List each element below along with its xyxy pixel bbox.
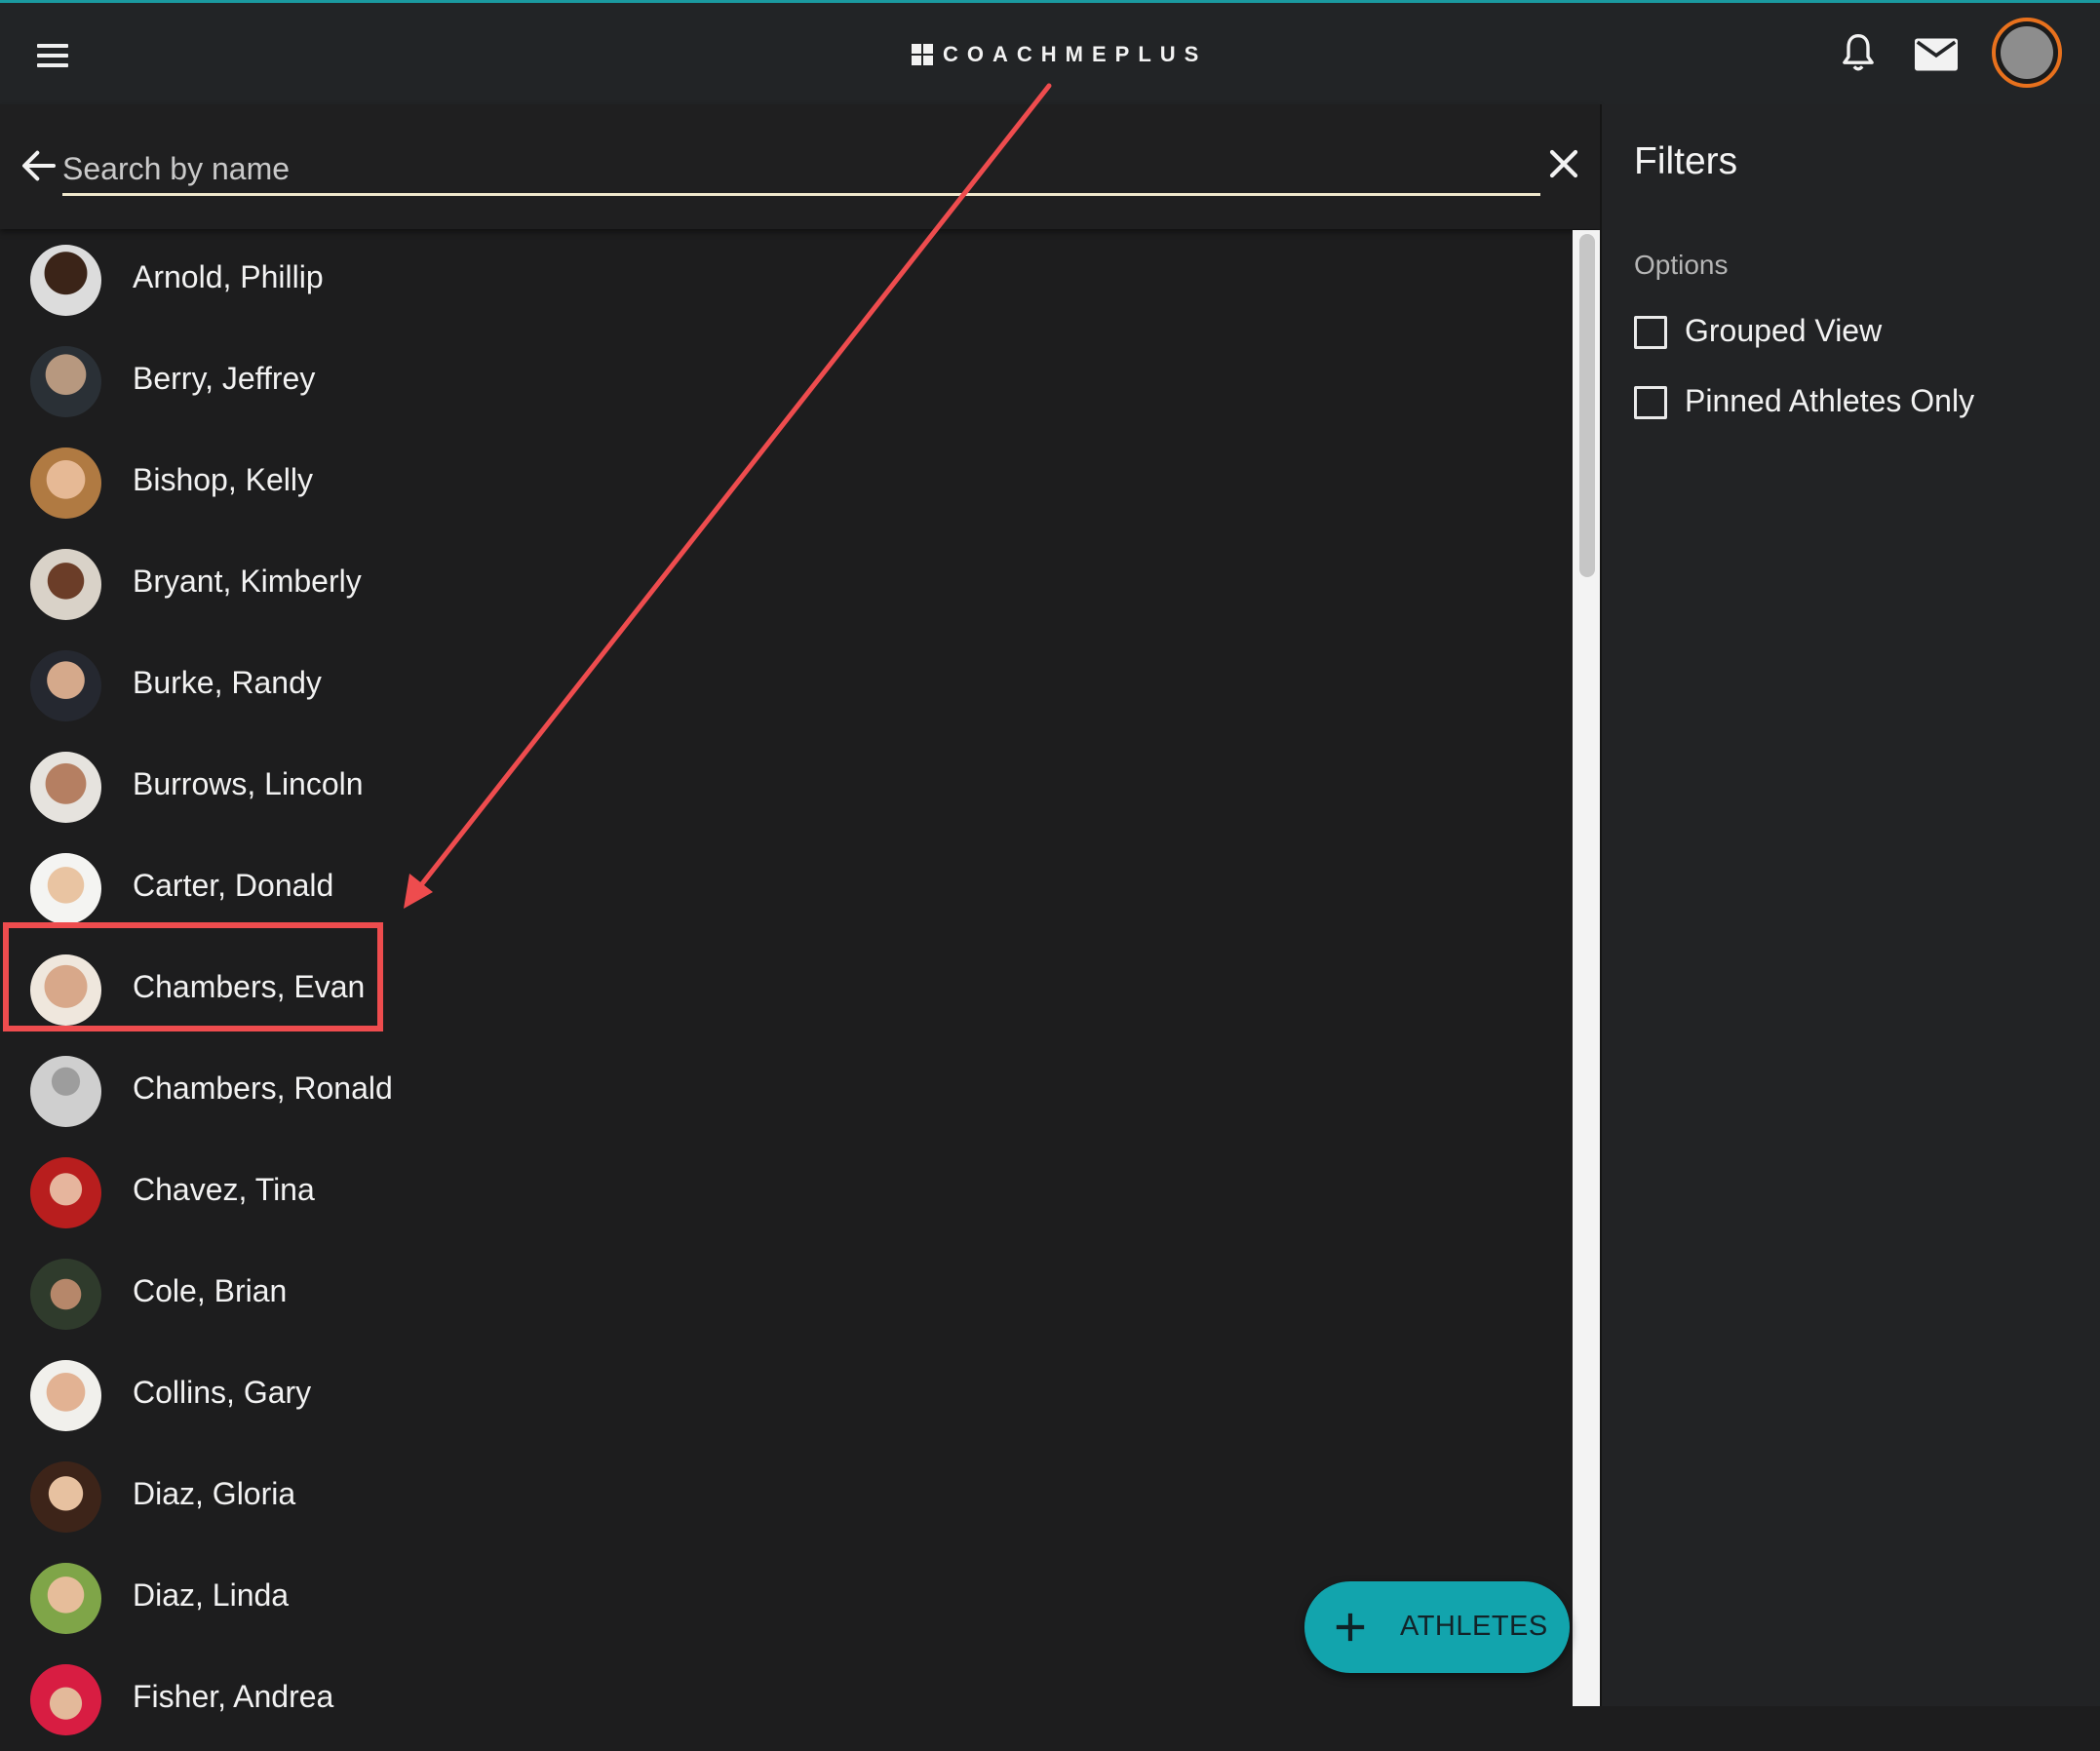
checkbox-icon[interactable] — [1634, 316, 1667, 349]
athlete-name: Diaz, Gloria — [133, 1476, 296, 1511]
athlete-row[interactable]: Arnold, Phillip — [0, 230, 1570, 331]
user-avatar[interactable] — [1992, 18, 2062, 88]
logo-mark-icon — [912, 44, 933, 65]
add-athletes-button[interactable]: ATHLETES — [1304, 1581, 1570, 1673]
athlete-row[interactable]: Bishop, Kelly — [0, 433, 1570, 534]
athlete-row[interactable]: Berry, Jeffrey — [0, 331, 1570, 433]
athlete-avatar — [30, 1461, 101, 1533]
athlete-name: Chavez, Tina — [133, 1172, 315, 1207]
athlete-avatar — [30, 549, 101, 620]
scrollbar-thumb[interactable] — [1579, 234, 1595, 577]
athlete-name: Bryant, Kimberly — [133, 564, 362, 599]
athlete-avatar — [30, 346, 101, 417]
athlete-avatar — [30, 1157, 101, 1228]
athlete-name: Burrows, Lincoln — [133, 766, 364, 801]
top-app-bar: COACHMEPLUS — [0, 3, 2100, 104]
athlete-name: Berry, Jeffrey — [133, 361, 316, 396]
athlete-name: Fisher, Andrea — [133, 1679, 334, 1714]
athlete-avatar — [30, 1056, 101, 1127]
athlete-row[interactable]: Chambers, Ronald — [0, 1041, 1570, 1143]
athlete-row[interactable]: Bryant, Kimberly — [0, 534, 1570, 636]
athlete-name: Arnold, Phillip — [133, 259, 324, 294]
athlete-name: Diaz, Linda — [133, 1577, 290, 1613]
add-athletes-label: ATHLETES — [1400, 1611, 1548, 1642]
athlete-avatar — [30, 1360, 101, 1431]
athlete-name: Collins, Gary — [133, 1375, 312, 1410]
athlete-row[interactable]: Burke, Randy — [0, 636, 1570, 737]
athlete-name: Cole, Brian — [133, 1273, 288, 1308]
app-logo[interactable]: COACHMEPLUS — [912, 40, 1207, 69]
pinned-athletes-only-label: Pinned Athletes Only — [1685, 383, 1975, 418]
mail-icon[interactable] — [1915, 38, 1958, 71]
athlete-row[interactable]: Cole, Brian — [0, 1244, 1570, 1345]
athlete-name: Bishop, Kelly — [133, 462, 313, 497]
athlete-avatar — [30, 650, 101, 721]
athlete-avatar — [30, 1563, 101, 1634]
checkbox-icon[interactable] — [1634, 386, 1667, 419]
athlete-avatar — [30, 447, 101, 519]
athlete-row[interactable]: Diaz, Gloria — [0, 1447, 1570, 1548]
search-input[interactable] — [62, 144, 1540, 196]
athlete-avatar — [30, 1664, 101, 1735]
filters-title: Filters — [1634, 140, 1738, 182]
athlete-avatar — [30, 853, 101, 924]
athlete-avatar — [30, 752, 101, 823]
athlete-row[interactable]: Burrows, Lincoln — [0, 737, 1570, 838]
logo-text: COACHMEPLUS — [943, 42, 1208, 66]
menu-icon[interactable] — [29, 38, 78, 77]
bell-icon[interactable] — [1839, 32, 1878, 75]
grouped-view-label: Grouped View — [1685, 313, 1883, 348]
back-arrow-icon[interactable] — [19, 146, 58, 185]
athlete-row[interactable]: Collins, Gary — [0, 1345, 1570, 1447]
options-section-label: Options — [1634, 250, 1729, 280]
athlete-name: Chambers, Ronald — [133, 1070, 393, 1106]
plus-icon — [1336, 1613, 1365, 1642]
athlete-name: Burke, Randy — [133, 665, 322, 700]
user-avatar-image — [2001, 26, 2053, 79]
athlete-name: Carter, Donald — [133, 868, 334, 903]
athlete-row[interactable]: Chavez, Tina — [0, 1143, 1570, 1244]
highlight-annotation-box — [3, 922, 383, 1031]
athlete-avatar — [30, 245, 101, 316]
athlete-avatar — [30, 1259, 101, 1330]
close-icon[interactable] — [1546, 146, 1581, 181]
